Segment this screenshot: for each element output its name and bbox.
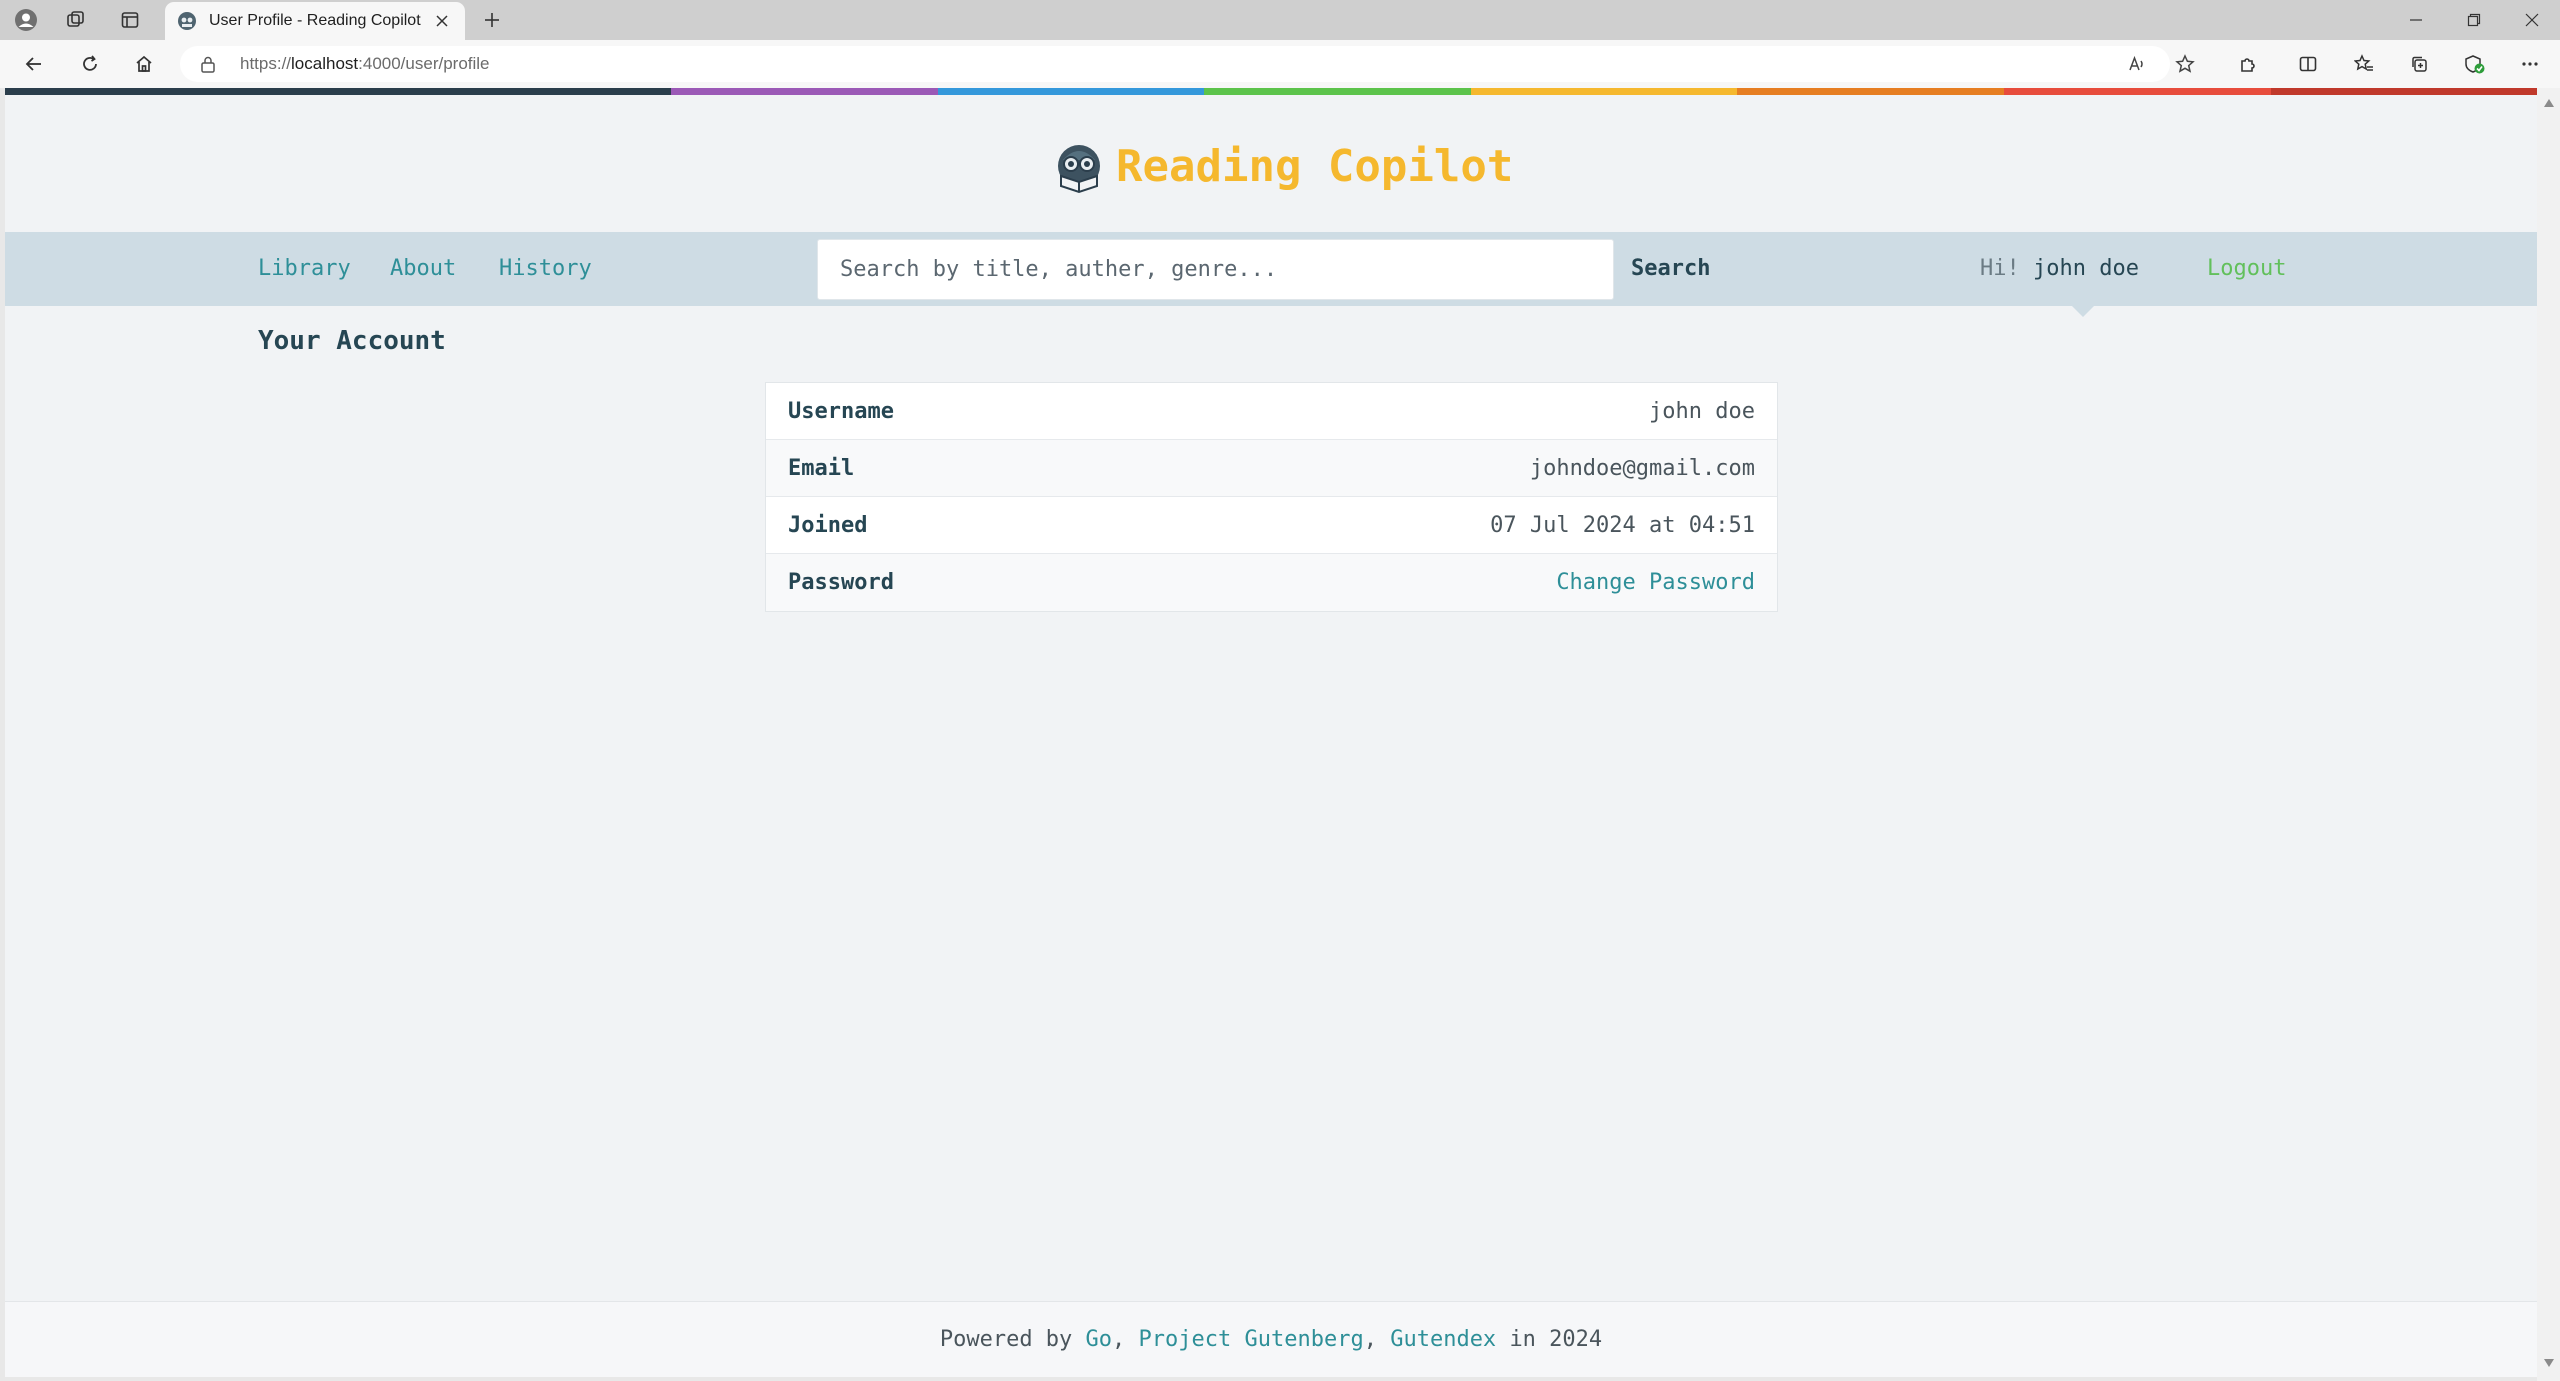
favorite-star-icon[interactable] bbox=[2168, 49, 2202, 79]
search-input[interactable] bbox=[817, 239, 1614, 300]
url-text[interactable]: https://localhost:4000/user/profile bbox=[240, 46, 490, 82]
row-label: Username bbox=[788, 398, 894, 424]
active-user-caret bbox=[2071, 305, 2095, 317]
collections-icon[interactable] bbox=[2401, 47, 2437, 81]
site-brand-title[interactable]: Reading Copilot bbox=[1116, 135, 1513, 199]
back-icon[interactable] bbox=[16, 47, 52, 81]
footer-project-gutenberg-link[interactable]: Project Gutenberg bbox=[1139, 1327, 1364, 1352]
favorites-icon[interactable] bbox=[2346, 47, 2382, 81]
table-row-joined: Joined 07 Jul 2024 at 04:51 bbox=[766, 497, 1777, 554]
row-value: johndoe@gmail.com bbox=[1529, 455, 1755, 481]
tab-title: User Profile - Reading Copilot bbox=[209, 12, 421, 29]
extensions-icon[interactable] bbox=[2230, 47, 2266, 81]
restore-icon[interactable] bbox=[2445, 0, 2503, 40]
row-label: Password bbox=[788, 570, 894, 595]
row-value: 07 Jul 2024 at 04:51 bbox=[1490, 512, 1755, 538]
user-greeting[interactable]: Hi! john doe bbox=[1980, 232, 2139, 306]
refresh-icon[interactable] bbox=[72, 47, 108, 81]
web-page: Reading Copilot Library About History Se… bbox=[5, 88, 2537, 1377]
reading-robot-logo-icon[interactable] bbox=[1053, 142, 1105, 194]
tab-actions-icon[interactable] bbox=[112, 4, 148, 36]
table-row-email: Email johndoe@gmail.com bbox=[766, 440, 1777, 497]
browser-toolbar: https://localhost:4000/user/profile bbox=[0, 40, 2560, 88]
browser-tab-strip: User Profile - Reading Copilot bbox=[0, 0, 2560, 40]
workspaces-icon[interactable] bbox=[58, 4, 94, 36]
more-icon[interactable] bbox=[2512, 47, 2548, 81]
new-tab-icon[interactable] bbox=[474, 4, 510, 36]
footer-separator: , bbox=[1112, 1327, 1126, 1352]
browser-tab[interactable]: User Profile - Reading Copilot bbox=[165, 2, 465, 40]
nav-history-link[interactable]: History bbox=[499, 232, 592, 306]
site-footer: Powered by Go, Project Gutenberg, Gutend… bbox=[5, 1301, 2537, 1377]
home-icon[interactable] bbox=[126, 47, 162, 81]
main-navbar: Library About History Search Hi! john do… bbox=[5, 232, 2537, 306]
site-header: Reading Copilot bbox=[5, 95, 2537, 232]
lock-icon[interactable] bbox=[198, 54, 218, 74]
scroll-up-arrow-icon[interactable] bbox=[2542, 96, 2555, 109]
table-row-username: Username john doe bbox=[766, 383, 1777, 440]
greeting-prefix: Hi! bbox=[1980, 256, 2020, 281]
greeting-username: john doe bbox=[2033, 256, 2139, 281]
scroll-down-arrow-icon[interactable] bbox=[2542, 1356, 2555, 1369]
minimize-icon[interactable] bbox=[2387, 0, 2445, 40]
rainbow-accent-bar bbox=[5, 88, 2537, 95]
row-label: Joined bbox=[788, 512, 868, 538]
profile-icon[interactable] bbox=[8, 4, 44, 36]
nav-about-link[interactable]: About bbox=[390, 232, 456, 306]
read-aloud-icon[interactable] bbox=[2120, 49, 2154, 79]
close-tab-icon[interactable] bbox=[429, 8, 455, 34]
footer-gutendex-link[interactable]: Gutendex bbox=[1390, 1327, 1496, 1352]
logout-link[interactable]: Logout bbox=[2207, 232, 2286, 306]
footer-suffix: in 2024 bbox=[1509, 1327, 1603, 1352]
reading-robot-favicon-icon bbox=[177, 11, 197, 31]
browser-essentials-icon[interactable] bbox=[2457, 47, 2493, 81]
page-title: Your Account bbox=[258, 326, 446, 356]
split-screen-icon[interactable] bbox=[2290, 47, 2326, 81]
change-password-link[interactable]: Change Password bbox=[1556, 570, 1755, 595]
row-value: john doe bbox=[1649, 398, 1755, 424]
close-icon[interactable] bbox=[2503, 0, 2560, 40]
footer-go-link[interactable]: Go bbox=[1086, 1327, 1113, 1352]
address-bar[interactable]: https://localhost:4000/user/profile bbox=[180, 46, 2195, 82]
table-row-password: Password Change Password bbox=[766, 554, 1777, 611]
account-details-table: Username john doe Email johndoe@gmail.co… bbox=[765, 382, 1778, 612]
row-label: Email bbox=[788, 455, 855, 481]
footer-separator: , bbox=[1363, 1327, 1377, 1352]
footer-prefix: Powered by bbox=[939, 1327, 1073, 1352]
search-button[interactable]: Search bbox=[1631, 232, 1710, 306]
nav-library-link[interactable]: Library bbox=[258, 232, 351, 306]
page-scrollbar[interactable] bbox=[2537, 88, 2560, 1381]
